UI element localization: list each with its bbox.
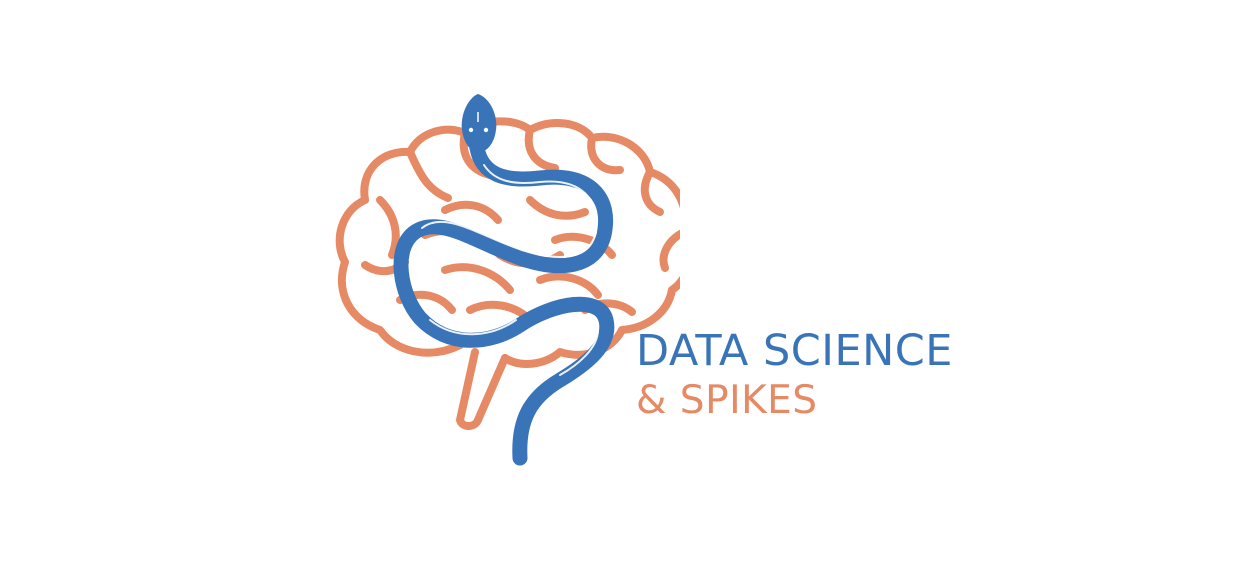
logo-title-line1: DATA SCIENCE <box>636 326 953 376</box>
logo: DATA SCIENCE & SPIKES <box>0 0 1260 570</box>
logo-mark <box>335 94 680 466</box>
brain-icon <box>335 117 680 430</box>
wordmark: DATA SCIENCE & SPIKES <box>636 326 953 423</box>
logo-title-line2: & SPIKES <box>636 378 818 423</box>
